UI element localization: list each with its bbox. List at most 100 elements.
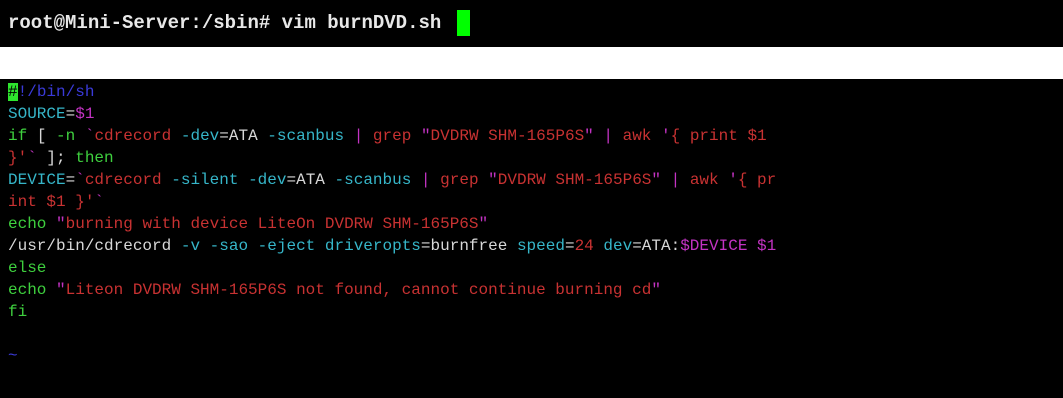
code-token: grep — [372, 127, 412, 145]
code-token: burnfree — [430, 237, 508, 255]
code-token: int $1 }' — [8, 193, 95, 211]
code-token: = — [564, 237, 575, 255]
code-token: | — [661, 171, 690, 189]
code-token: " — [56, 215, 66, 233]
code-token: -n — [56, 127, 76, 145]
editor-line[interactable]: ~ — [8, 345, 18, 367]
editor-line[interactable]: echo "burning with device LiteOn DVDRW S… — [8, 213, 488, 235]
code-token: dev — [603, 237, 633, 255]
code-token: ATA — [228, 127, 258, 145]
code-token: -dev — [180, 127, 220, 145]
code-token: = — [65, 171, 76, 189]
code-token: fi — [8, 303, 28, 321]
code-token: ' — [728, 171, 738, 189]
code-token: -scanbus — [267, 127, 345, 145]
code-token: ~ — [8, 347, 18, 365]
editor-cursor: # — [8, 83, 18, 101]
code-token: grep — [440, 171, 479, 189]
code-token: if — [8, 127, 28, 145]
code-token: ATA: — [641, 237, 681, 255]
code-token: burning with device LiteOn DVDRW SHM-165… — [65, 215, 479, 233]
code-token: }' — [8, 149, 28, 167]
code-token: $1 — [75, 105, 95, 123]
editor-line[interactable]: #!/bin/sh — [8, 81, 94, 103]
editor-line[interactable]: else — [8, 257, 46, 279]
code-token: ' — [661, 127, 671, 145]
code-token: " — [651, 171, 661, 189]
editor-line[interactable]: if [ -n `cdrecord -dev=ATA -scanbus | gr… — [8, 125, 767, 147]
code-token: = — [632, 237, 642, 255]
vim-editor-panel[interactable]: #!/bin/sh SOURCE=$1 if [ -n `cdrecord -dev… — [0, 79, 1063, 398]
shell-command: vim burnDVD.sh — [281, 12, 442, 34]
code-token: Liteon DVDRW SHM-165P6S not found, canno… — [65, 281, 652, 299]
code-token: -dev — [248, 171, 287, 189]
code-token: = — [65, 105, 76, 123]
code-token: ` — [84, 127, 95, 145]
code-token: /usr/bin/cdrecord — [8, 237, 172, 255]
code-token: cdrecord — [84, 171, 162, 189]
code-token: -silent — [171, 171, 239, 189]
command-line[interactable]: root@Mini-Server:/sbin# vim burnDVD.sh — [8, 10, 470, 36]
code-token: !/bin/sh — [17, 83, 95, 101]
code-token: ` — [75, 171, 85, 189]
code-token: { pr — [737, 171, 777, 189]
code-token: echo — [8, 281, 47, 299]
code-token: | — [593, 127, 623, 145]
code-token: " — [651, 281, 661, 299]
code-token: -sao — [209, 237, 249, 255]
editor-line[interactable]: fi — [8, 301, 27, 323]
code-token: SOURCE — [8, 105, 66, 123]
code-token: $DEVICE — [680, 237, 748, 255]
code-token: ` — [27, 149, 37, 167]
code-token: | — [344, 127, 373, 145]
editor-line[interactable]: int $1 }'` — [8, 191, 104, 213]
code-token: { print $1 — [670, 127, 767, 145]
code-token: DVDRW SHM-165P6S — [497, 171, 652, 189]
editor-line[interactable]: /usr/bin/cdrecord -v -sao -eject drivero… — [8, 235, 776, 257]
code-token: ` — [94, 193, 105, 211]
code-token: " — [478, 215, 489, 233]
code-token: awk — [622, 127, 652, 145]
code-token: else — [8, 259, 47, 277]
code-token: 24 — [574, 237, 594, 255]
code-token: driveropts — [324, 237, 421, 255]
code-token: awk — [689, 171, 719, 189]
code-token: = — [219, 127, 229, 145]
code-token: then — [75, 149, 114, 167]
code-token: " — [420, 127, 431, 145]
editor-line[interactable]: DEVICE=`cdrecord -silent -dev=ATA -scanb… — [8, 169, 776, 191]
code-token: = — [420, 237, 431, 255]
code-token: ]; — [36, 149, 76, 167]
code-token: ATA — [296, 171, 325, 189]
code-token: DEVICE — [8, 171, 66, 189]
editor-line[interactable]: }'` ]; then — [8, 147, 114, 169]
code-token: echo — [8, 215, 47, 233]
code-token: $1 — [757, 237, 777, 255]
terminal-command-panel[interactable]: root@Mini-Server:/sbin# vim burnDVD.sh — [0, 0, 1063, 47]
terminal-cursor — [456, 10, 470, 36]
code-token: " — [584, 127, 594, 145]
code-token: [ — [27, 127, 57, 145]
editor-line[interactable]: echo "Liteon DVDRW SHM-165P6S not found,… — [8, 279, 661, 301]
code-token: " — [488, 171, 498, 189]
code-token: = — [286, 171, 297, 189]
code-token: -scanbus — [334, 171, 412, 189]
editor-line[interactable]: SOURCE=$1 — [8, 103, 94, 125]
